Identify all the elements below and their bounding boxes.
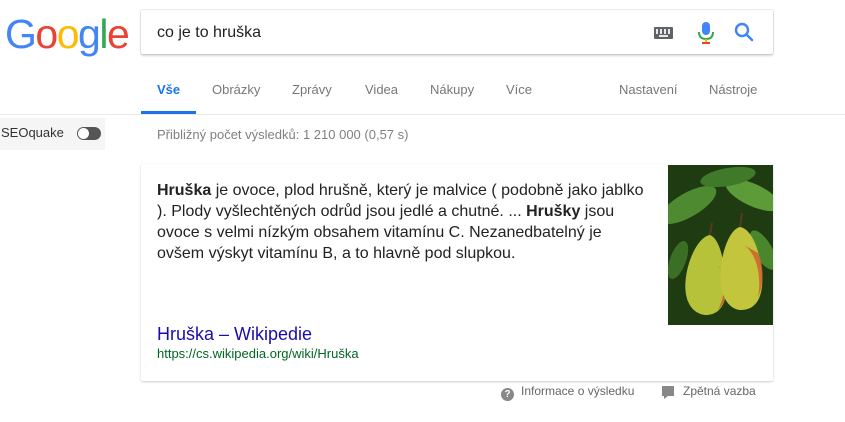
snippet-text: Hruška je ovoce, plod hrušně, který je m…	[157, 180, 652, 264]
logo-letter: e	[106, 11, 130, 57]
tab-shopping[interactable]: Nákupy	[430, 82, 474, 97]
search-input[interactable]	[157, 22, 637, 44]
seoquake-panel: SEOquake	[0, 118, 105, 150]
about-result-label: Informace o výsledku	[521, 384, 635, 398]
logo-letter: o	[35, 11, 58, 57]
keyboard-icon[interactable]	[654, 27, 673, 39]
snippet-bold-term: Hruška	[157, 182, 212, 199]
tab-all[interactable]: Vše	[157, 82, 180, 97]
logo-letter: G	[5, 11, 37, 57]
toggle-knob	[78, 128, 89, 139]
feedback-icon	[662, 386, 674, 399]
featured-snippet: Hruška je ovoce, plod hrušně, který je m…	[141, 164, 773, 381]
snippet-bold-term: Hrušky	[526, 203, 581, 220]
tab-news[interactable]: Zprávy	[292, 82, 332, 97]
search-icon[interactable]	[733, 21, 755, 43]
logo-letter: g	[78, 11, 101, 57]
feedback-link[interactable]: Zpětná vazba	[662, 384, 756, 399]
search-box[interactable]	[141, 10, 773, 54]
tab-settings[interactable]: Nastavení	[619, 82, 678, 97]
pear-image[interactable]	[668, 165, 773, 325]
tab-videos[interactable]: Videa	[365, 82, 398, 97]
seoquake-toggle[interactable]	[77, 127, 101, 140]
google-logo[interactable]: Google	[5, 11, 130, 57]
result-stats: Přibližný počet výsledků: 1 210 000 (0,5…	[157, 127, 409, 142]
question-circle-icon: ?	[501, 388, 514, 401]
result-url[interactable]: https://cs.wikipedia.org/wiki/Hruška	[157, 346, 359, 361]
tab-more[interactable]: Více	[506, 82, 532, 97]
about-result-link[interactable]: ? Informace o výsledku	[501, 384, 634, 401]
seoquake-label: SEOquake	[1, 125, 64, 140]
logo-letter: o	[56, 11, 80, 57]
result-title-link[interactable]: Hruška – Wikipedie	[157, 324, 312, 345]
tabs-divider	[0, 114, 845, 115]
search-tabs: Vše Obrázky Zprávy Videa Nákupy Více Nas…	[141, 72, 773, 114]
feedback-label: Zpětná vazba	[683, 384, 756, 398]
mic-icon[interactable]	[696, 21, 716, 45]
tab-images[interactable]: Obrázky	[212, 82, 260, 97]
logo-letter: l	[99, 11, 108, 57]
tab-tools[interactable]: Nástroje	[709, 82, 757, 97]
